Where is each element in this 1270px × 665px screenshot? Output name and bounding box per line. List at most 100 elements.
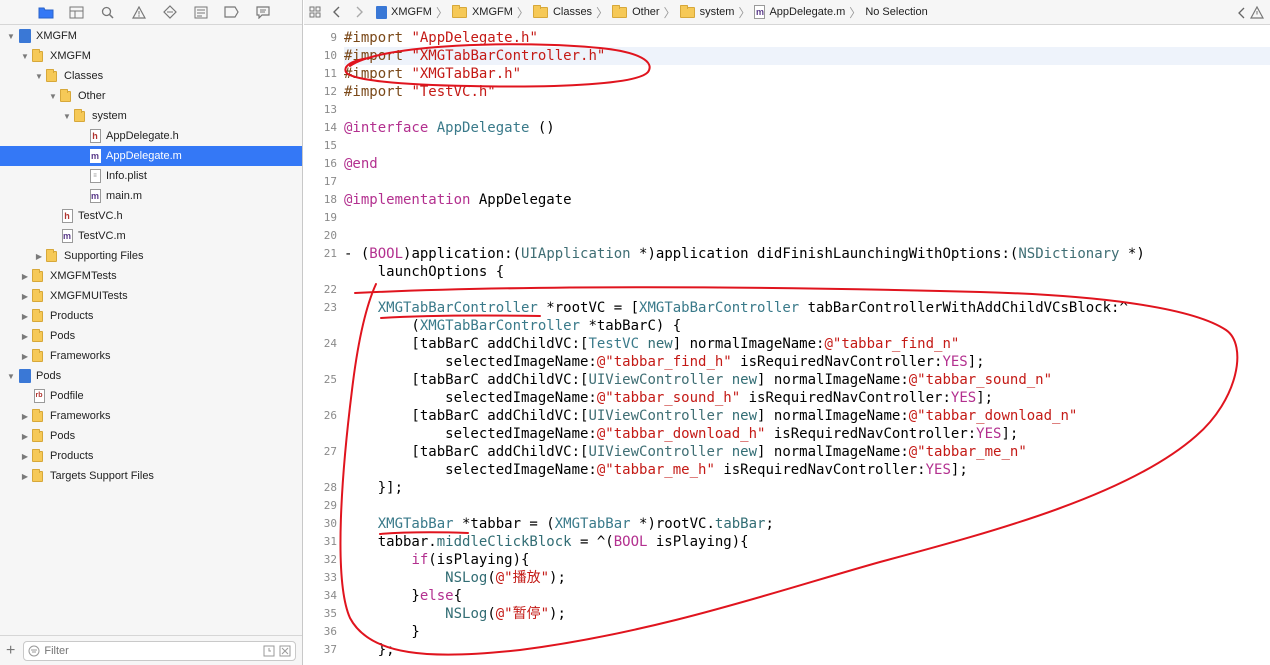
recent-files-icon[interactable]	[263, 645, 275, 657]
tree-item[interactable]: ▼ system	[0, 106, 302, 126]
tree-item[interactable]: ▶ Frameworks	[0, 406, 302, 426]
code-line[interactable]: #import "TestVC.h"	[344, 83, 496, 101]
code-line[interactable]: #import "AppDelegate.h"	[344, 29, 538, 47]
breadcrumb-item[interactable]: Other 〉	[612, 4, 680, 21]
forward-button[interactable]	[348, 0, 370, 25]
disclosure-open-icon[interactable]: ▼	[6, 30, 16, 42]
tree-item[interactable]: rb Podfile	[0, 386, 302, 406]
disclosure-closed-icon[interactable]: ▶	[20, 290, 30, 302]
filter-input[interactable]	[44, 644, 263, 657]
tree-item[interactable]: ▶ XMGFMTests	[0, 266, 302, 286]
code-line[interactable]: @implementation AppDelegate	[344, 191, 572, 209]
code-line[interactable]: XMGTabBar *tabbar = (XMGTabBar *)rootVC.…	[344, 515, 774, 533]
code-line[interactable]: launchOptions {	[344, 263, 504, 281]
find-navigator-tab[interactable]	[92, 0, 123, 25]
code-line[interactable]: [tabBarC addChildVC:[UIViewController ne…	[344, 407, 1077, 425]
disclosure-closed-icon[interactable]: ▶	[20, 270, 30, 282]
breadcrumb-item[interactable]: XMGFM 〉	[451, 4, 533, 21]
tree-item[interactable]: m TestVC.m	[0, 226, 302, 246]
code-line[interactable]: [tabBarC addChildVC:[UIViewController ne…	[344, 371, 1052, 389]
tree-item[interactable]: ▶ Products	[0, 306, 302, 326]
tree-item-label: XMGFM	[50, 50, 91, 62]
code-line[interactable]: NSLog(@"暂停");	[344, 605, 566, 623]
tree-item[interactable]: ▼ Pods	[0, 366, 302, 386]
breakpoint-navigator-tab[interactable]	[216, 0, 247, 25]
code-line[interactable]: selectedImageName:@"tabbar_sound_h" isRe…	[344, 389, 993, 407]
code-line[interactable]: NSLog(@"播放");	[344, 569, 566, 587]
code-line[interactable]: selectedImageName:@"tabbar_me_h" isRequi…	[344, 461, 968, 479]
code-line[interactable]: }	[344, 623, 419, 641]
code-line[interactable]: @end	[344, 155, 378, 173]
tree-item[interactable]: ▶ Supporting Files	[0, 246, 302, 266]
disclosure-closed-icon[interactable]: ▶	[20, 410, 30, 422]
report-navigator-tab[interactable]	[247, 0, 278, 25]
disclosure-closed-icon[interactable]: ▶	[34, 250, 44, 262]
code-line[interactable]: [tabBarC addChildVC:[TestVC new] normalI…	[344, 335, 959, 353]
scm-status-icon[interactable]	[279, 645, 291, 657]
disclosure-closed-icon[interactable]: ▶	[20, 450, 30, 462]
debug-navigator-tab[interactable]	[185, 0, 216, 25]
warning-icon[interactable]	[1250, 6, 1264, 19]
line-number: 17	[323, 175, 337, 188]
filter-field[interactable]	[23, 640, 296, 661]
add-icon[interactable]: +	[6, 642, 15, 659]
source-editor[interactable]: 9 10 11 12 13 14 15 16 17 18 19 20 21 22 23 24 25 26 27 28 2…	[304, 26, 1270, 665]
tree-item-label: XMGFMUITests	[50, 290, 128, 302]
disclosure-closed-icon[interactable]: ▶	[20, 310, 30, 322]
disclosure-closed-icon[interactable]: ▶	[20, 430, 30, 442]
related-items-button[interactable]	[304, 0, 326, 25]
disclosure-open-icon[interactable]: ▼	[62, 110, 72, 122]
tree-item[interactable]: m main.m	[0, 186, 302, 206]
line-number: 13	[323, 103, 337, 116]
back-button[interactable]	[326, 0, 348, 25]
disclosure-open-icon[interactable]: ▼	[48, 90, 58, 102]
code-line[interactable]: }else{	[344, 587, 462, 605]
source-control-icon	[69, 6, 84, 18]
tree-item[interactable]: ≡ Info.plist	[0, 166, 302, 186]
disclosure-closed-icon[interactable]: ▶	[20, 350, 30, 362]
source-control-tab[interactable]	[61, 0, 92, 25]
chevron-left-icon[interactable]	[1238, 7, 1246, 19]
code-line[interactable]: #import "XMGTabBar.h"	[344, 65, 521, 83]
code-line[interactable]: #import "XMGTabBarController.h"	[344, 47, 605, 65]
tree-item[interactable]: ▼ XMGFM	[0, 26, 302, 46]
code-line[interactable]: }];	[344, 479, 403, 497]
code-line[interactable]: [tabBarC addChildVC:[UIViewController ne…	[344, 443, 1026, 461]
breadcrumb-label: XMGFM	[471, 6, 513, 18]
code-line[interactable]: selectedImageName:@"tabbar_find_h" isReq…	[344, 353, 984, 371]
disclosure-open-icon[interactable]: ▼	[6, 370, 16, 382]
breadcrumb-item[interactable]: XMGFM 〉	[376, 4, 452, 21]
code-line[interactable]: @interface AppDelegate ()	[344, 119, 555, 137]
disclosure-closed-icon[interactable]: ▶	[20, 330, 30, 342]
code-line[interactable]: };	[344, 641, 395, 659]
code-line[interactable]: (XMGTabBarController *tabBarC) {	[344, 317, 681, 335]
disclosure-closed-icon[interactable]: ▶	[20, 470, 30, 482]
tree-item[interactable]: h TestVC.h	[0, 206, 302, 226]
tree-item[interactable]: ▶ Targets Support Files	[0, 466, 302, 486]
tree-item[interactable]: ▶ XMGFMUITests	[0, 286, 302, 306]
test-navigator-tab[interactable]	[154, 0, 185, 25]
breadcrumb-item[interactable]: system 〉	[679, 4, 755, 21]
code-line[interactable]: if(isPlaying){	[344, 551, 529, 569]
tree-item[interactable]: ▼ Classes	[0, 66, 302, 86]
code-line[interactable]: - (BOOL)application:(UIApplication *)app…	[344, 245, 1145, 263]
disclosure-open-icon[interactable]: ▼	[34, 70, 44, 82]
code-line[interactable]: tabbar.middleClickBlock = ^(BOOL isPlayi…	[344, 533, 749, 551]
breadcrumb-item[interactable]: No Selection	[865, 6, 927, 18]
breadcrumb-item[interactable]: Classes 〉	[532, 4, 612, 21]
project-navigator-tab[interactable]	[30, 0, 61, 25]
tree-item[interactable]: m AppDelegate.m	[0, 146, 302, 166]
breadcrumb-item[interactable]: m AppDelegate.m 〉	[754, 4, 865, 21]
code-line[interactable]: XMGTabBarController *rootVC = [XMGTabBar…	[344, 299, 1128, 317]
code-text[interactable]: #import "AppDelegate.h" #import "XMGTabBa…	[344, 26, 1270, 665]
disclosure-open-icon[interactable]: ▼	[20, 50, 30, 62]
tree-item[interactable]: ▶ Frameworks	[0, 346, 302, 366]
tree-item[interactable]: ▶ Pods	[0, 326, 302, 346]
tree-item[interactable]: ▶ Pods	[0, 426, 302, 446]
code-line[interactable]: selectedImageName:@"tabbar_download_h" i…	[344, 425, 1018, 443]
tree-item[interactable]: ▼ Other	[0, 86, 302, 106]
tree-item[interactable]: h AppDelegate.h	[0, 126, 302, 146]
tree-item[interactable]: ▼ XMGFM	[0, 46, 302, 66]
issue-navigator-tab[interactable]	[123, 0, 154, 25]
tree-item[interactable]: ▶ Products	[0, 446, 302, 466]
